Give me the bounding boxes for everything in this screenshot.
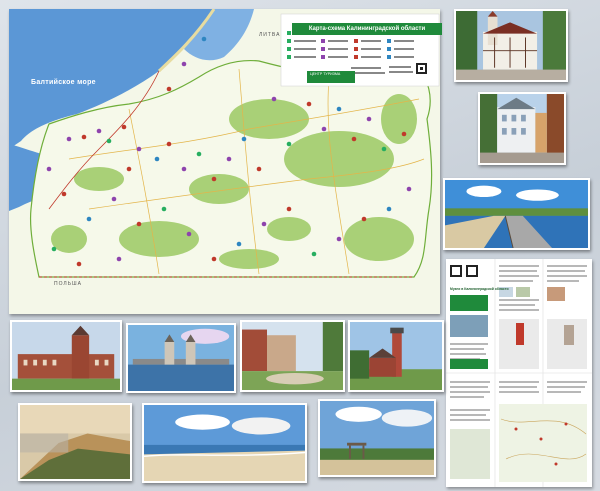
country-label-south: ПОЛЬША [54,281,82,287]
photo-lighthouse[interactable] [348,320,444,392]
sea-label: Балтийское море [31,79,96,86]
photo-timbered-tower-street[interactable] [454,9,568,82]
photo-curonian-boardwalk[interactable] [443,178,590,250]
tic-badge: ЦЕНТР ТУРИЗМА [307,71,355,83]
photo-old-town-street[interactable] [478,92,566,165]
country-label-north: ЛИТВА [259,32,281,38]
photo-red-brick-building[interactable] [10,320,122,392]
region-map [9,9,440,314]
photo-bridge-towers[interactable] [126,323,236,393]
brochure[interactable]: Музеи в Калининградской области [446,259,592,487]
photo-observation-tower[interactable] [318,399,436,477]
brochure-pages [446,259,592,487]
photo-town-square[interactable] [240,320,345,392]
photo-curonian-dune[interactable] [18,403,132,481]
photo-sandy-beach[interactable] [142,403,307,483]
map-title: Карта-схема Калининградской области [292,23,442,35]
brochure-title: Музеи в Калининградской области [450,287,509,291]
map-poster[interactable]: Карта-схема Калининградской области ЦЕНТ… [9,9,442,314]
